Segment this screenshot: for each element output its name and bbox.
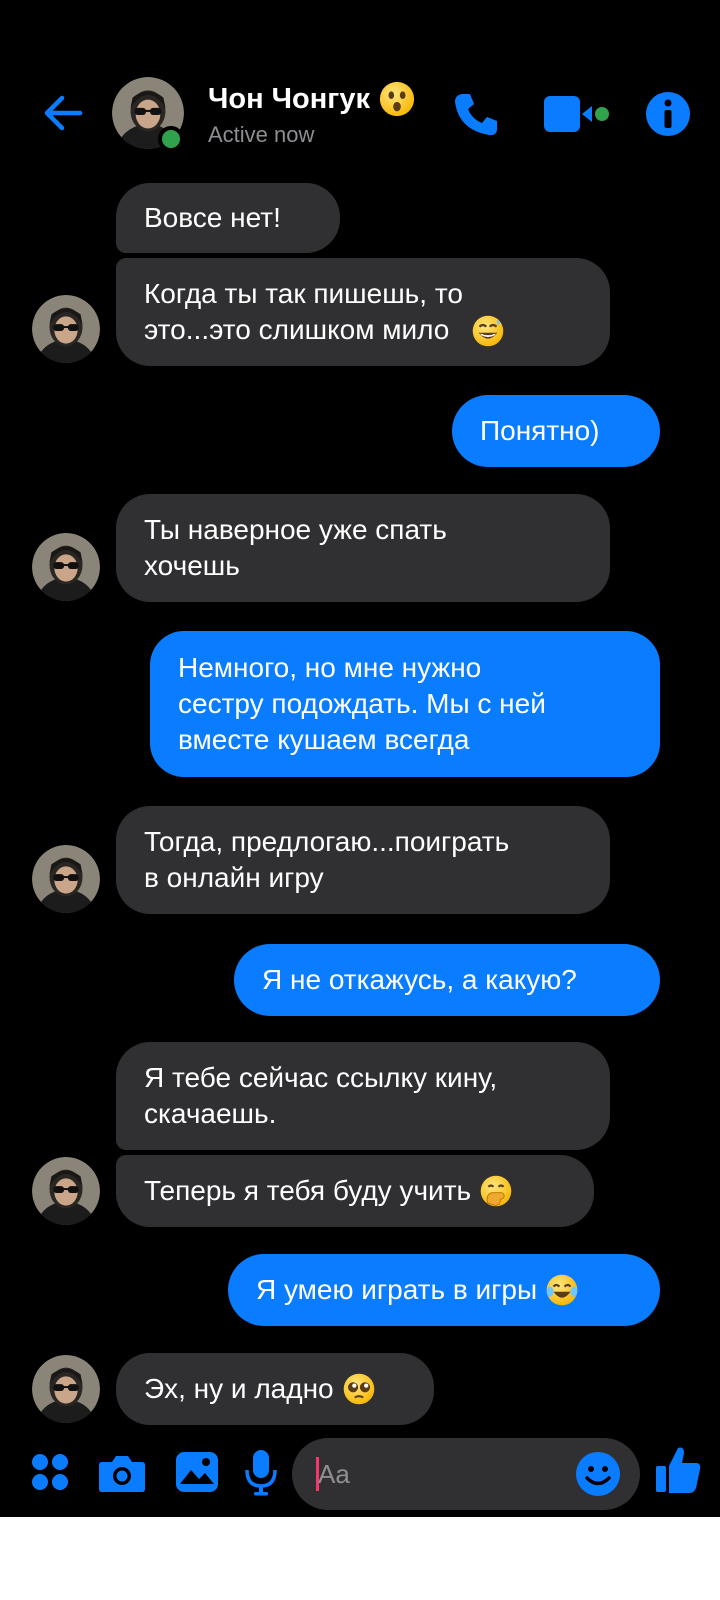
- message-bubble-incoming[interactable]: Тогда, предлогаю...поиграть в онлайн игр…: [116, 806, 610, 914]
- online-status-dot: [158, 126, 184, 152]
- message-text: Я тебе сейчас ссылку кину, скачаешь.: [144, 1062, 498, 1129]
- contact-name-text: Чон Чонгук: [208, 82, 370, 115]
- pleading-face-icon: [343, 1373, 374, 1405]
- message-bubble-outgoing[interactable]: Понятно): [452, 395, 660, 467]
- message-bubble-outgoing[interactable]: Я не откажусь, а какую?: [234, 944, 660, 1016]
- message-text: Тогда, предлогаю...поиграть в онлайн игр…: [144, 826, 510, 893]
- contact-avatar-small[interactable]: [32, 533, 100, 601]
- message-text: Вовсе нет!: [144, 202, 281, 233]
- microphone-icon[interactable]: [244, 1448, 278, 1501]
- contact-avatar-small[interactable]: [32, 1355, 100, 1423]
- message-text: Ты наверное уже спать хочешь: [144, 514, 447, 581]
- contact-avatar-small[interactable]: [32, 295, 100, 363]
- message-text: Немного, но мне нужно сестру подождать. …: [178, 652, 546, 755]
- gallery-icon[interactable]: [174, 1450, 220, 1499]
- phone-icon[interactable]: [452, 90, 500, 138]
- contact-name[interactable]: Чон Чонгук: [208, 80, 416, 118]
- message-bubble-incoming[interactable]: Теперь я тебя буду учить: [116, 1155, 594, 1227]
- message-composer[interactable]: [292, 1438, 640, 1510]
- camera-icon[interactable]: [98, 1452, 146, 1499]
- message-text: Я не откажусь, а какую?: [262, 964, 577, 995]
- message-input[interactable]: [318, 1452, 558, 1496]
- message-bubble-outgoing[interactable]: Немного, но мне нужно сестру подождать. …: [150, 631, 660, 777]
- contact-avatar-small[interactable]: [32, 845, 100, 913]
- messenger-chat-screen: Чон Чонгук Active now Вовсе нет! Когда т…: [0, 0, 720, 1517]
- apps-grid-icon[interactable]: [30, 1452, 70, 1497]
- message-bubble-incoming[interactable]: Вовсе нет!: [116, 183, 340, 253]
- message-text: Теперь я тебя буду учить: [144, 1175, 472, 1206]
- message-bubble-incoming[interactable]: Эх, ну и ладно: [116, 1353, 434, 1425]
- contact-avatar-small[interactable]: [32, 1157, 100, 1225]
- message-text: Понятно): [480, 415, 600, 446]
- message-bubble-incoming[interactable]: Я тебе сейчас ссылку кину, скачаешь.: [116, 1042, 610, 1150]
- message-bubble-incoming[interactable]: Когда ты так пишешь, то это...это слишко…: [116, 258, 610, 366]
- tears-of-joy-face-icon: [546, 1274, 578, 1306]
- video-camera-icon[interactable]: [544, 92, 624, 136]
- message-bubble-outgoing[interactable]: Я умею играть в игры: [228, 1254, 660, 1326]
- back-arrow-icon[interactable]: [40, 90, 86, 136]
- message-text: Эх, ну и ладно: [144, 1373, 334, 1404]
- message-text: Я умею играть в игры: [256, 1274, 538, 1305]
- message-text: Когда ты так пишешь, то это...это слишко…: [144, 278, 463, 345]
- grinning-sweat-face-icon: [472, 315, 504, 347]
- bottom-system-area: [0, 1517, 720, 1600]
- thumbs-up-icon[interactable]: [654, 1444, 702, 1501]
- active-status: Active now: [208, 122, 315, 147]
- info-icon[interactable]: [644, 90, 692, 138]
- message-bubble-incoming[interactable]: Ты наверное уже спать хочешь: [116, 494, 610, 602]
- astonished-face-icon: [379, 81, 415, 117]
- hand-over-mouth-face-icon: [480, 1175, 512, 1207]
- emoji-icon[interactable]: [574, 1450, 622, 1498]
